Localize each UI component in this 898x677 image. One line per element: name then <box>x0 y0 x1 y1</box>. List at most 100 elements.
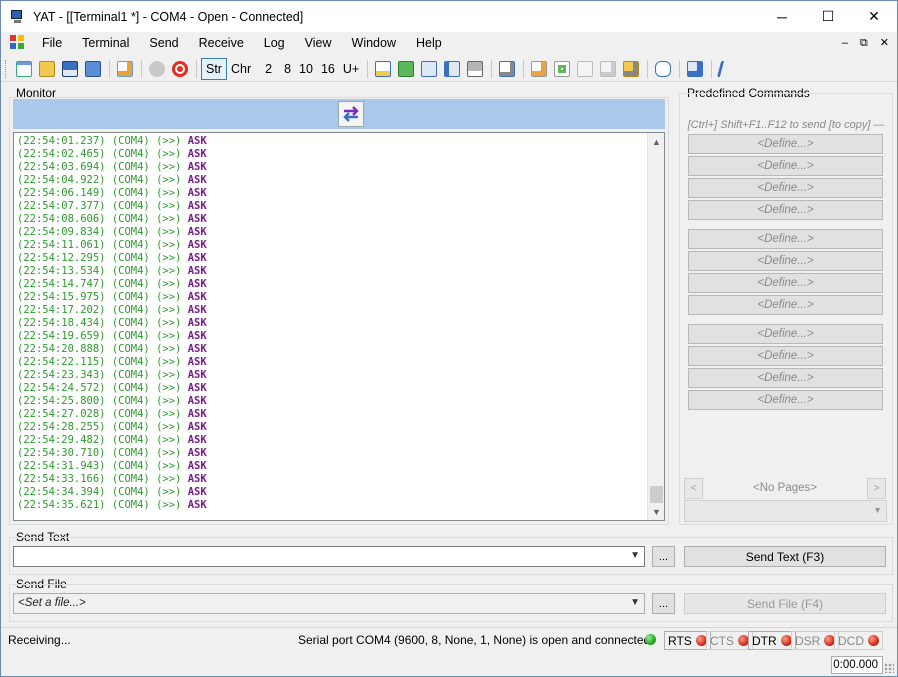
menu-window[interactable]: Window <box>342 32 406 54</box>
log-line-meta: (22:54:27.028) (COM4) (>>) <box>17 408 188 420</box>
radix-8-button[interactable]: 8 <box>280 58 295 80</box>
rts-label: RTS <box>668 633 692 648</box>
monitor-log[interactable]: (22:54:01.237) (COM4) (>>) ASK (22:54:02.… <box>13 132 665 521</box>
scroll-down-icon[interactable]: ▼ <box>648 503 664 520</box>
log-line: (22:54:06.149) (COM4) (>>) ASK <box>17 187 207 200</box>
menu-view[interactable]: View <box>295 32 342 54</box>
send-text-button[interactable]: Send Text (F3) <box>684 546 886 567</box>
open-connection-icon[interactable] <box>146 58 168 80</box>
log-lines: (22:54:01.237) (COM4) (>>) ASK (22:54:02.… <box>17 135 207 512</box>
log-line-meta: (22:54:28.255) (COM4) (>>) <box>17 421 188 433</box>
log-line-data: ASK <box>187 473 207 485</box>
log-line-data: ASK <box>187 499 207 511</box>
scroll-up-icon[interactable]: ▲ <box>648 133 664 150</box>
log-line-meta: (22:54:02.465) (COM4) (>>) <box>17 148 188 160</box>
log-line-data: ASK <box>187 200 207 212</box>
dtr-signal[interactable]: DTR <box>748 631 796 650</box>
log-off-icon[interactable] <box>574 58 596 80</box>
predefined-command-10[interactable]: <Define...> <box>688 346 883 366</box>
predefined-command-3[interactable]: <Define...> <box>688 178 883 198</box>
send-file-button[interactable]: Send File (F4) <box>684 593 886 614</box>
toolbar-grip[interactable] <box>5 59 8 78</box>
send-text-options-button[interactable]: ... <box>652 546 675 567</box>
send-settings-icon[interactable] <box>684 58 706 80</box>
window-title: YAT - [[Terminal1 *] - COM4 - Open - Con… <box>33 9 304 24</box>
font-icon[interactable] <box>716 58 738 80</box>
menu-terminal[interactable]: Terminal <box>72 32 139 54</box>
show-port-icon[interactable] <box>418 58 440 80</box>
log-folder-icon[interactable] <box>620 58 642 80</box>
predefined-command-9[interactable]: <Define...> <box>688 324 883 344</box>
radix-str-button[interactable]: Str <box>201 57 227 80</box>
browse-file-button[interactable]: ... <box>652 593 675 614</box>
menu-receive[interactable]: Receive <box>189 32 254 54</box>
predefined-page-select[interactable]: ▼ <box>684 500 887 522</box>
log-line-meta: (22:54:31.943) (COM4) (>>) <box>17 460 188 472</box>
predefined-command-6[interactable]: <Define...> <box>688 251 883 271</box>
next-page-button[interactable]: > <box>867 478 886 499</box>
log-on-icon[interactable] <box>551 58 573 80</box>
mdi-close-button[interactable]: ✕ <box>880 32 889 54</box>
log-line-meta: (22:54:30.710) (COM4) (>>) <box>17 447 188 459</box>
show-time-icon[interactable] <box>395 58 417 80</box>
mdi-minimize-button[interactable]: – <box>842 32 848 54</box>
predefined-command-4[interactable]: <Define...> <box>688 200 883 220</box>
chevron-down-icon[interactable]: ▼ <box>630 550 640 561</box>
radix-10-button[interactable]: 10 <box>295 58 317 80</box>
predefined-command-7[interactable]: <Define...> <box>688 273 883 293</box>
send-file-select[interactable]: <Set a file...> ▼ <box>13 593 645 614</box>
predefined-command-8[interactable]: <Define...> <box>688 295 883 315</box>
radix-16-button[interactable]: 16 <box>317 58 339 80</box>
monitor-direction-icon[interactable] <box>338 101 364 127</box>
log-line-meta: (22:54:20.888) (COM4) (>>) <box>17 343 188 355</box>
find-icon[interactable] <box>496 58 518 80</box>
radix-chr-button[interactable]: Chr <box>227 58 255 80</box>
new-terminal-icon[interactable] <box>13 58 35 80</box>
save-terminal-icon[interactable] <box>59 58 81 80</box>
log-line-data: ASK <box>187 317 207 329</box>
menu-send[interactable]: Send <box>139 32 188 54</box>
mdi-restore-button[interactable]: ⧉ <box>860 32 868 54</box>
log-line: (22:54:08.606) (COM4) (>>) ASK <box>17 213 207 226</box>
predefined-command-12[interactable]: <Define...> <box>688 390 883 410</box>
radix-2-button[interactable]: 2 <box>261 58 276 80</box>
maximize-button[interactable]: ☐ <box>805 1 851 32</box>
terminal-settings-icon[interactable] <box>114 58 136 80</box>
save-workspace-icon[interactable] <box>82 58 104 80</box>
log-clear-icon[interactable] <box>597 58 619 80</box>
monitor-scrollbar[interactable]: ▲ ▼ <box>647 133 664 520</box>
show-radix-icon[interactable] <box>372 58 394 80</box>
log-line-meta: (22:54:25.800) (COM4) (>>) <box>17 395 188 407</box>
previous-page-button[interactable]: < <box>684 478 703 499</box>
log-settings-icon[interactable] <box>528 58 550 80</box>
print-icon[interactable] <box>464 58 486 80</box>
chevron-down-icon[interactable]: ▼ <box>630 597 640 608</box>
open-terminal-icon[interactable] <box>36 58 58 80</box>
scroll-thumb[interactable] <box>650 486 663 503</box>
timer-row: 0:00.000 <box>1 652 897 676</box>
predefined-command-5[interactable]: <Define...> <box>688 229 883 249</box>
format-icon[interactable] <box>652 58 674 80</box>
minimize-button[interactable]: ─ <box>759 1 805 32</box>
connection-timer[interactable]: 0:00.000 <box>831 656 883 674</box>
rts-signal[interactable]: RTS <box>664 631 711 650</box>
predefined-command-1[interactable]: <Define...> <box>688 134 883 154</box>
close-connection-icon[interactable] <box>169 58 191 80</box>
log-line: (22:54:01.237) (COM4) (>>) ASK <box>17 135 207 148</box>
log-line-data: ASK <box>187 447 207 459</box>
menu-log[interactable]: Log <box>254 32 295 54</box>
close-button[interactable]: ✕ <box>851 1 897 32</box>
radix-unicode-button[interactable]: U+ <box>339 58 363 80</box>
show-direction-icon[interactable] <box>441 58 463 80</box>
log-line: (22:54:33.166) (COM4) (>>) ASK <box>17 473 207 486</box>
log-line-data: ASK <box>187 265 207 277</box>
menu-file[interactable]: File <box>32 32 72 54</box>
send-text-input[interactable]: ▼ <box>13 546 645 567</box>
menu-help[interactable]: Help <box>406 32 452 54</box>
predefined-command-2[interactable]: <Define...> <box>688 156 883 176</box>
predefined-command-11[interactable]: <Define...> <box>688 368 883 388</box>
log-line-meta: (22:54:14.747) (COM4) (>>) <box>17 278 188 290</box>
resize-grip-icon[interactable] <box>884 663 894 673</box>
port-info-text: Serial port COM4 (9600, 8, None, 1, None… <box>298 633 651 647</box>
terminal-system-menu-icon[interactable] <box>10 35 26 51</box>
